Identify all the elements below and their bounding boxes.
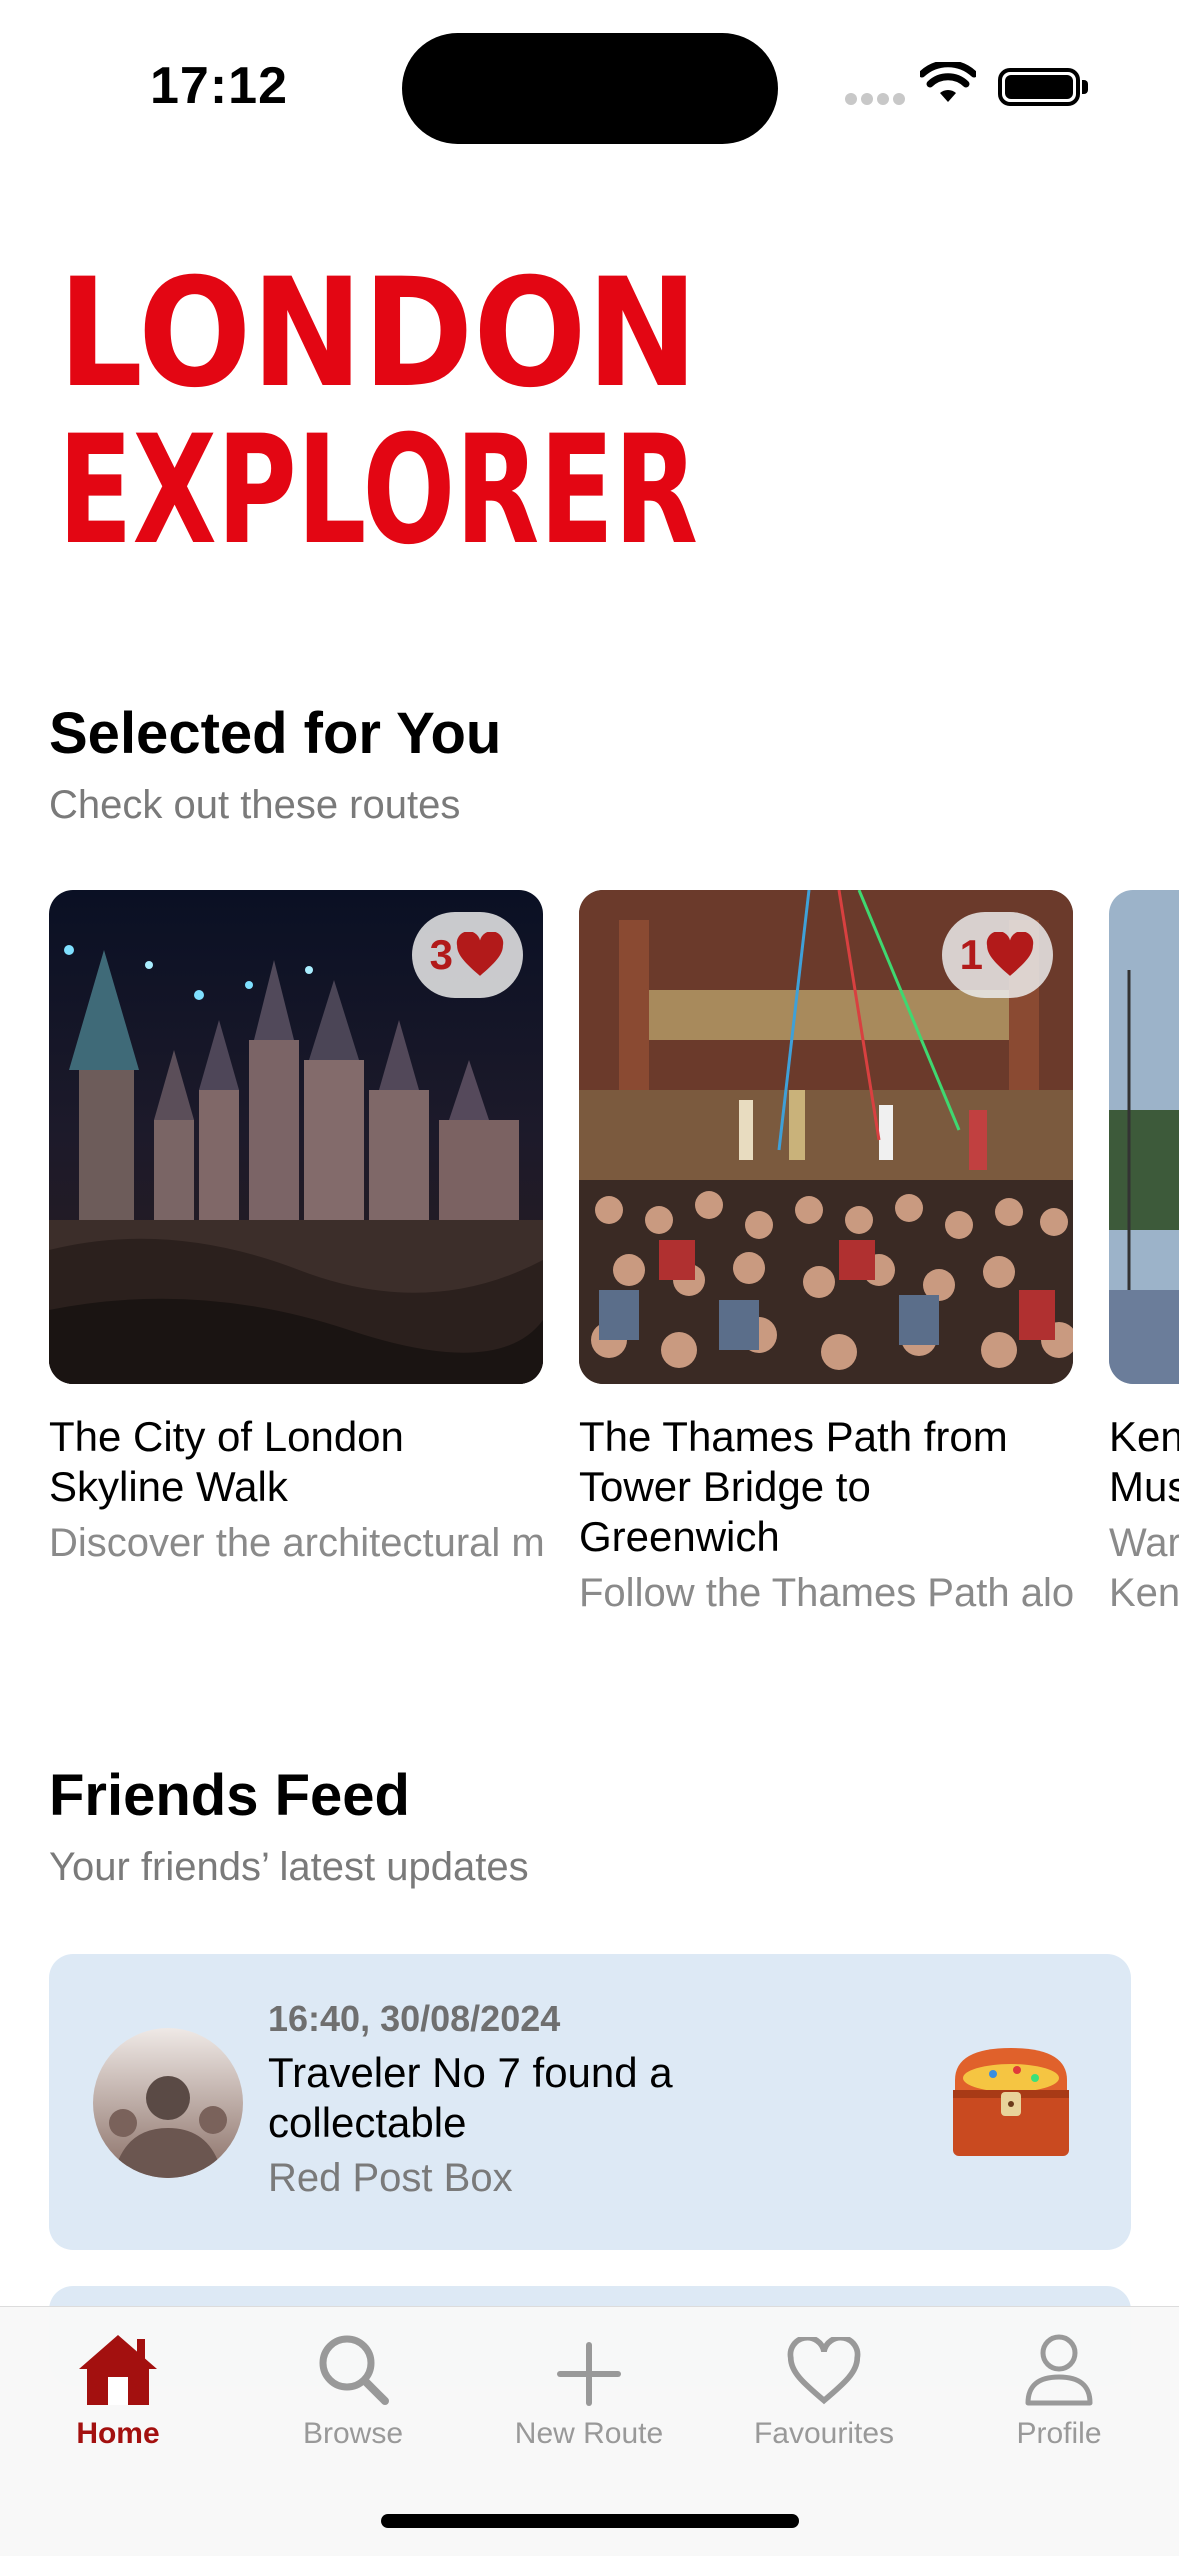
- search-icon: [319, 2335, 389, 2405]
- like-badge[interactable]: 3: [411, 912, 523, 998]
- tab-label: New Route: [514, 2417, 664, 2450]
- avatar: [93, 2028, 243, 2178]
- person-icon: [1025, 2334, 1093, 2406]
- like-count: 3: [429, 931, 453, 978]
- section-title-feed: Friends Feed: [49, 1763, 410, 1828]
- like-count: 1: [959, 931, 983, 978]
- routes-carousel[interactable]: 3 The City of London Skyline Walk Discov…: [49, 890, 1179, 1690]
- route-title: Ken Mus: [1109, 1413, 1179, 1510]
- route-title: The City of London Skyline Walk: [49, 1413, 404, 1510]
- battery-cap: [1082, 80, 1088, 94]
- tab-profile[interactable]: Profile: [941, 2327, 1177, 2451]
- feed-card[interactable]: 16:40, 30/08/2024 Traveler No 7 found a …: [49, 1954, 1131, 2250]
- route-image-theatre: 1: [579, 890, 1073, 1384]
- svg-text:LONDON: LONDON: [58, 250, 698, 421]
- tab-new-route[interactable]: New Route: [471, 2327, 707, 2451]
- route-image-museum: [1109, 890, 1179, 1384]
- route-card[interactable]: Ken Mus War Ken: [1109, 890, 1179, 1618]
- heart-icon: [986, 932, 1034, 976]
- route-card[interactable]: 1 The Thames Path from Tower Bridge to G…: [579, 890, 1073, 1618]
- dynamic-island: [402, 33, 778, 144]
- like-badge[interactable]: 1: [941, 912, 1053, 998]
- treasure-chest-icon: [947, 2040, 1075, 2165]
- status-time: 17:12: [150, 57, 288, 115]
- section-subtitle-selected: Check out these routes: [49, 783, 461, 827]
- section-title-selected: Selected for You: [49, 701, 502, 766]
- home-indicator: [381, 2514, 799, 2528]
- app-logo: LONDON EXPLORER: [58, 247, 708, 578]
- home-icon: [79, 2335, 157, 2405]
- route-card[interactable]: 3 The City of London Skyline Walk Discov…: [49, 890, 543, 1568]
- wifi-icon: [918, 60, 978, 109]
- route-image-castle: 3: [49, 890, 543, 1384]
- tab-browse[interactable]: Browse: [235, 2327, 471, 2451]
- plus-icon: [557, 2342, 621, 2406]
- route-description: Discover the architectural marvels of…: [49, 1521, 543, 1565]
- svg-text:EXPLORER: EXPLORER: [58, 404, 698, 560]
- route-title: The Thames Path from Tower Bridge to Gre…: [579, 1413, 1008, 1560]
- tab-home[interactable]: Home: [0, 2327, 236, 2451]
- cellular-signal-icon: [845, 92, 909, 110]
- tab-favourites[interactable]: Favourites: [706, 2327, 942, 2451]
- battery-icon: [998, 68, 1080, 106]
- feed-subtitle: Red Post Box: [268, 2156, 513, 2200]
- feed-title: Traveler No 7 found a collectable: [268, 2049, 673, 2146]
- route-description: War Ken: [1109, 1521, 1179, 1615]
- tab-label: Browse: [302, 2417, 404, 2450]
- tab-label: Home: [76, 2417, 160, 2450]
- route-description: Follow the Thames Path along one of Lond…: [579, 1571, 1073, 1615]
- heart-icon: [456, 932, 504, 976]
- tab-label: Favourites: [753, 2417, 895, 2450]
- section-subtitle-feed: Your friends’ latest updates: [49, 1845, 529, 1889]
- tab-label: Profile: [1016, 2417, 1102, 2450]
- feed-time: 16:40, 30/08/2024: [268, 1998, 561, 2039]
- heart-icon: [787, 2337, 861, 2405]
